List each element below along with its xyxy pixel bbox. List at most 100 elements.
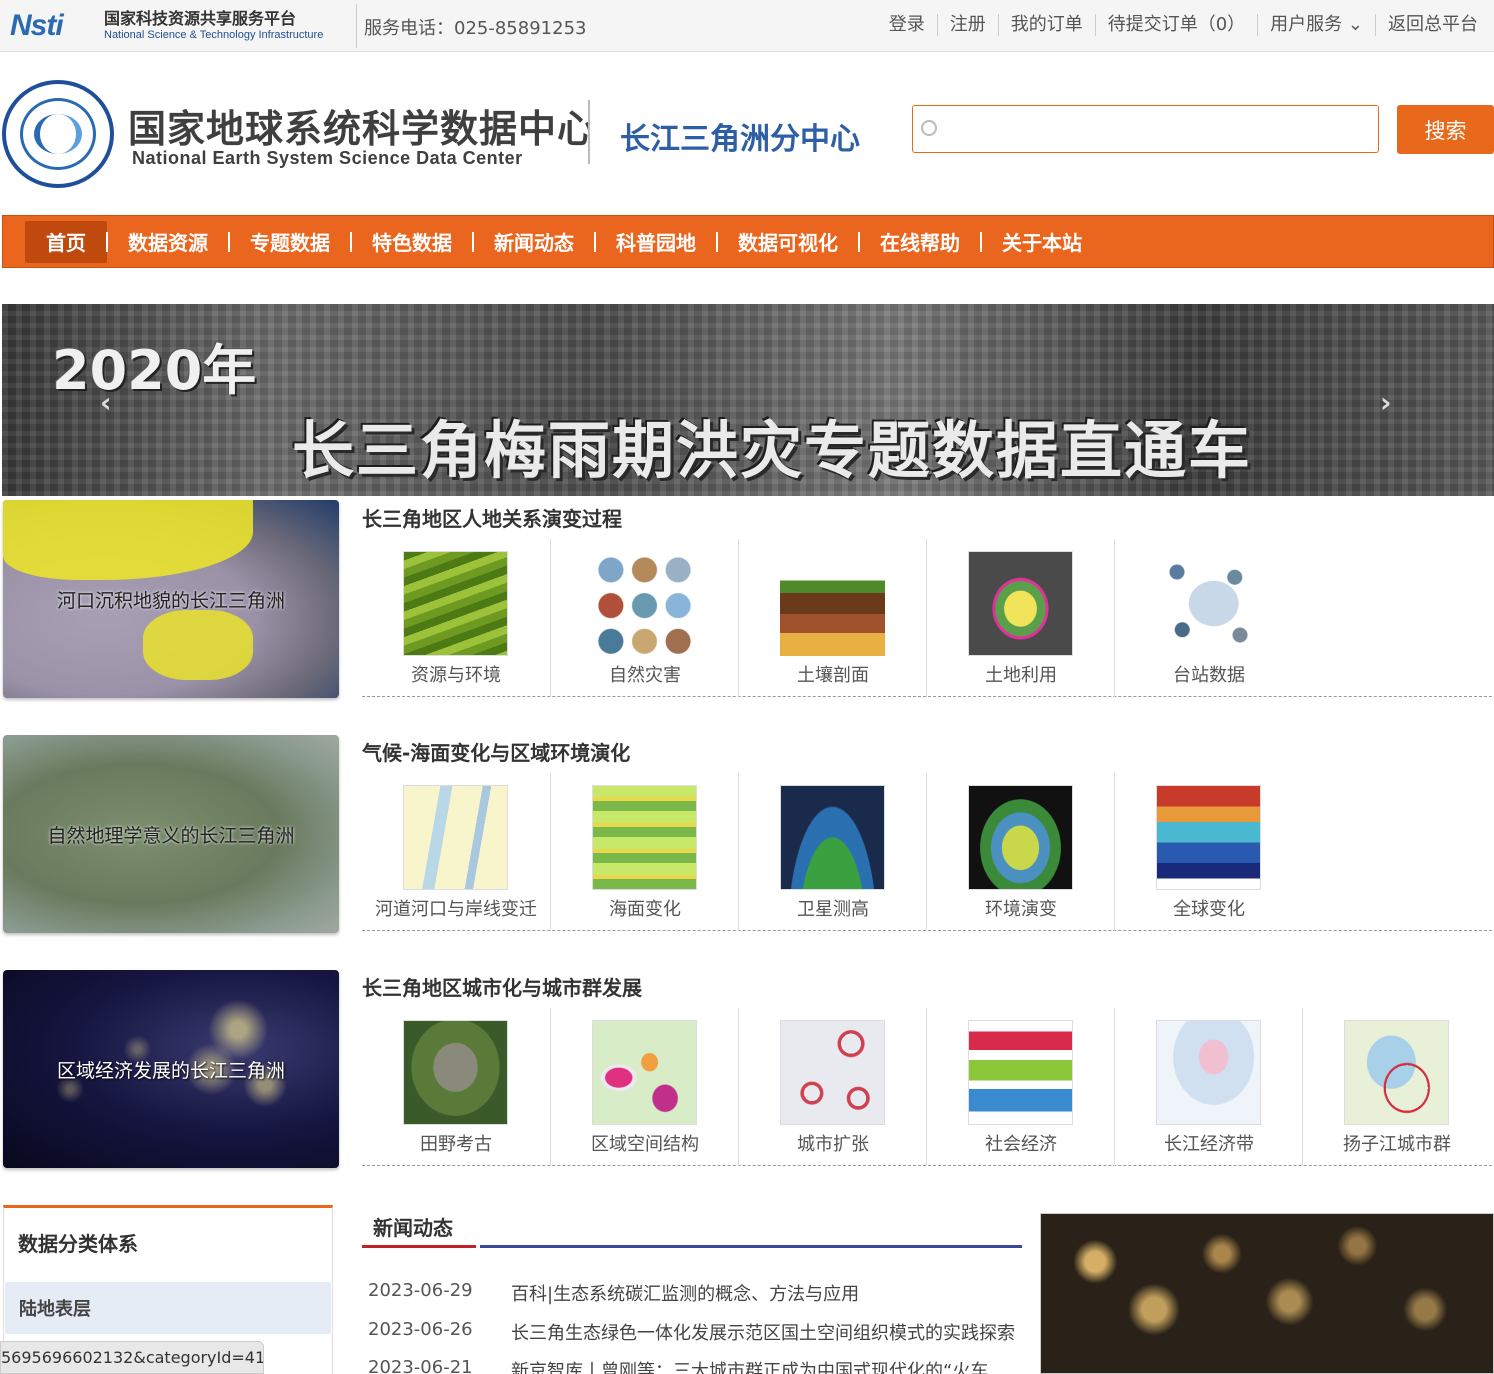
register-link[interactable]: 注册 (936, 14, 998, 36)
news-title[interactable]: 新闻动态 (373, 1212, 453, 1241)
chevron-down-icon: ⌄ (1347, 14, 1363, 35)
news-date: 2023-06-21 (368, 1357, 473, 1374)
data-item-label: 河道河口与岸线变迁 (375, 899, 537, 920)
data-item-label: 资源与环境 (411, 665, 501, 686)
search-input[interactable] (947, 106, 1367, 152)
news-divider (480, 1245, 1022, 1248)
news-link[interactable]: 长三角生态绿色一体化发展示范区国土空间组织模式的实践探索 (511, 1319, 1015, 1349)
data-item[interactable]: 环境演变 (926, 773, 1114, 931)
nsti-logo[interactable]: Nsti 国家科技资源共享服务平台 National Science & Tec… (10, 6, 346, 46)
data-center-name: 国家地球系统科学数据中心 (128, 107, 588, 151)
data-item-label: 区域空间结构 (591, 1134, 699, 1155)
section-image-economy[interactable]: 区域经济发展的长江三角洲 (3, 970, 339, 1168)
data-item[interactable]: 河道河口与岸线变迁 (362, 773, 550, 931)
banner-title: 长三角梅雨期洪灾专题数据直通车 (292, 414, 1253, 487)
data-item[interactable]: 土壤剖面 (738, 539, 926, 697)
nav-item-label: 在线帮助 (880, 231, 960, 255)
data-item[interactable]: 社会经济 (926, 1008, 1114, 1166)
login-link[interactable]: 登录 (877, 14, 937, 36)
category-item-land-surface[interactable]: 陆地表层 (5, 1282, 331, 1334)
city-cluster-thumbnail (1344, 1020, 1449, 1125)
section-image-caption: 自然地理学意义的长江三角洲 (47, 824, 295, 847)
map-highlight (143, 610, 253, 680)
news-row[interactable]: 2023-06-21 新京智库丨曾刚等：三大城市群正成为中国式现代化的“火车 (368, 1357, 1018, 1374)
data-item[interactable]: 资源与环境 (362, 539, 550, 697)
section-image-physical-geography[interactable]: 自然地理学意义的长江三角洲 (3, 735, 339, 933)
data-item[interactable]: 海面变化 (550, 773, 738, 931)
data-item[interactable]: 台站数据 (1114, 539, 1302, 697)
news-row[interactable]: 2023-06-29 百科|生态系统碳汇监测的概念、方法与应用 (368, 1280, 1018, 1310)
data-item[interactable]: 土地利用 (926, 539, 1114, 697)
search-box (912, 105, 1379, 153)
data-item[interactable]: 长江经济带 (1114, 1008, 1302, 1166)
data-item-label: 卫星测高 (797, 899, 869, 920)
nav-item-help[interactable]: 在线帮助 (858, 216, 981, 267)
hero-banner[interactable]: 2020年 长三角梅雨期洪灾专题数据直通车 ‹ › (2, 304, 1494, 496)
nav-item-label: 专题数据 (250, 231, 330, 255)
return-platform-link[interactable]: 返回总平台 (1375, 14, 1490, 36)
data-item-label: 扬子江城市群 (1343, 1134, 1451, 1155)
data-item-label: 台站数据 (1173, 665, 1245, 686)
data-item-label: 土壤剖面 (797, 665, 869, 686)
data-item[interactable]: 区域空间结构 (550, 1008, 738, 1166)
nav-item-label: 数据资源 (128, 231, 208, 255)
nav-item-label: 新闻动态 (494, 231, 574, 255)
nav-item-about[interactable]: 关于本站 (980, 216, 1103, 267)
nav-item-visualization[interactable]: 数据可视化 (716, 216, 859, 267)
chevron-left-icon[interactable]: ‹ (100, 386, 112, 419)
data-item-label: 土地利用 (985, 665, 1057, 686)
nav-item-featured-data[interactable]: 特色数据 (350, 216, 473, 267)
nav-item-news[interactable]: 新闻动态 (472, 216, 595, 267)
section-title[interactable]: 长三角地区城市化与城市群发展 (362, 972, 642, 1001)
nav-item-home[interactable]: 首页 (25, 216, 107, 267)
data-center-name-en: National Earth System Science Data Cente… (132, 148, 523, 168)
map-highlight (3, 500, 253, 580)
resources-thumbnail (403, 551, 508, 656)
section-items: 资源与环境 自然灾害 土壤剖面 土地利用 台站数据 (362, 539, 1492, 697)
news-title-underline (362, 1245, 476, 1248)
sea-level-thumbnail (592, 785, 697, 890)
data-item-label: 海面变化 (609, 899, 681, 920)
data-item[interactable]: 城市扩张 (738, 1008, 926, 1166)
data-item-label: 全球变化 (1173, 899, 1245, 920)
data-item[interactable]: 全球变化 (1114, 773, 1302, 931)
nav-item-thematic-data[interactable]: 专题数据 (228, 216, 351, 267)
search-icon (921, 120, 937, 136)
data-item[interactable]: 自然灾害 (550, 539, 738, 697)
section-title[interactable]: 长三角地区人地关系演变过程 (362, 503, 622, 532)
environment-thumbnail (968, 785, 1073, 890)
sub-center-name: 长江三角洲分中心 (620, 122, 860, 157)
data-item-label: 社会经济 (985, 1134, 1057, 1155)
urban-expansion-thumbnail (780, 1020, 885, 1125)
news-row[interactable]: 2023-06-26 长三角生态绿色一体化发展示范区国土空间组织模式的实践探索 (368, 1319, 1018, 1349)
news-link[interactable]: 百科|生态系统碳汇监测的概念、方法与应用 (511, 1280, 859, 1310)
section-title[interactable]: 气候-海面变化与区域环境演化 (362, 737, 630, 766)
browser-status-url: 5695696602132&categoryId=41 (0, 1341, 264, 1374)
user-service-menu[interactable]: 用户服务 ⌄ (1257, 14, 1375, 36)
economic-belt-thumbnail (1156, 1020, 1261, 1125)
section-image-estuary[interactable]: 河口沉积地貌的长江三角洲 (3, 500, 339, 698)
search-button[interactable]: 搜索 (1397, 105, 1494, 154)
banner-year: 2020年 (52, 339, 257, 402)
nav-item-data-resources[interactable]: 数据资源 (106, 216, 229, 267)
news-feature-image[interactable] (1040, 1213, 1494, 1374)
data-item[interactable]: 扬子江城市群 (1302, 1008, 1490, 1166)
chevron-right-icon[interactable]: › (1380, 386, 1392, 419)
nav-item-label: 首页 (25, 220, 107, 263)
data-item-label: 田野考古 (420, 1134, 492, 1155)
satellite-thumbnail (780, 785, 885, 890)
nsti-name-en: National Science & Technology Infrastruc… (104, 29, 324, 41)
my-orders-link[interactable]: 我的订单 (997, 14, 1095, 36)
news-link[interactable]: 新京智库丨曾刚等：三大城市群正成为中国式现代化的“火车 (511, 1357, 988, 1374)
data-item[interactable]: 卫星测高 (738, 773, 926, 931)
data-item[interactable]: 田野考古 (362, 1008, 550, 1166)
nsti-mark: Nsti (10, 9, 64, 42)
logo-divider (356, 4, 357, 48)
user-service-label: 用户服务 (1270, 14, 1343, 35)
main-nav: 首页 数据资源 专题数据 特色数据 新闻动态 科普园地 数据可视化 在线帮助 关… (2, 215, 1494, 268)
data-item-label: 长江经济带 (1164, 1134, 1254, 1155)
socio-economic-thumbnail (968, 1020, 1073, 1125)
data-center-emblem[interactable] (2, 80, 114, 188)
nav-item-science[interactable]: 科普园地 (594, 216, 717, 267)
pending-orders-link[interactable]: 待提交订单（0） (1094, 14, 1257, 36)
